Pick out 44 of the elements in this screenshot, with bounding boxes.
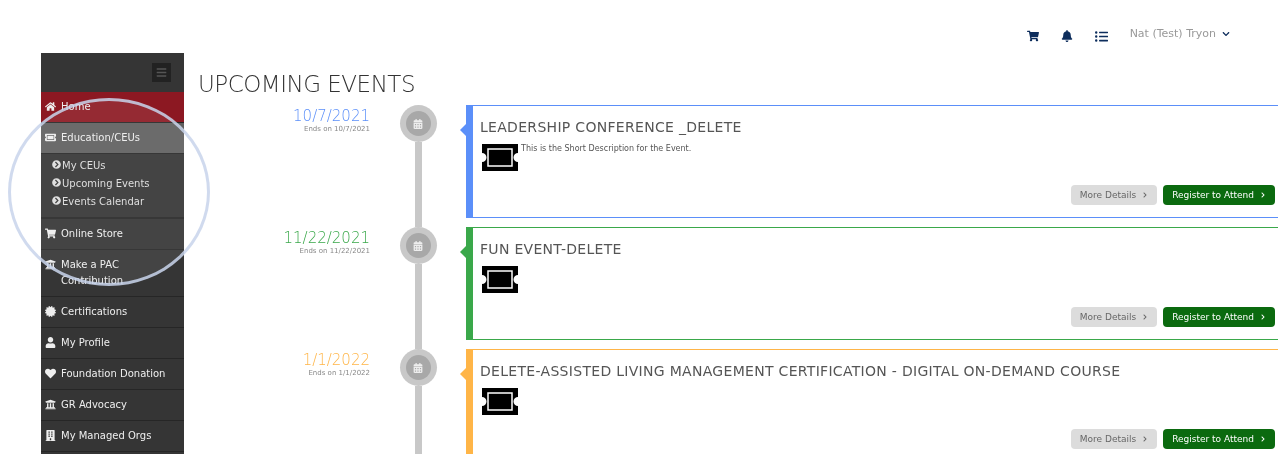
ticket-icon — [480, 144, 520, 171]
event-title: FUN EVENT-DELETE — [480, 241, 623, 257]
calendar-icon — [413, 118, 423, 129]
page-title: UPCOMING EVENTS — [198, 71, 416, 97]
chevron-icon — [1260, 314, 1266, 320]
event-description: This is the Short Description for the Event. — [521, 144, 692, 153]
cart-icon[interactable] — [1026, 30, 1039, 42]
calendar-icon — [413, 362, 423, 373]
sidebar-item[interactable]: Education/CEUs — [41, 123, 184, 154]
chevron-icon — [1142, 314, 1149, 320]
bank-icon — [45, 399, 56, 410]
heart-icon — [45, 368, 56, 379]
bank-icon — [45, 259, 56, 270]
menu-icon — [156, 67, 167, 78]
event-title: DELETE-ASSISTED LIVING MANAGEMENT CERTIFICATION - DIGITAL ON-DEMAND COURSE — [480, 363, 1122, 379]
calendar-icon — [413, 240, 423, 251]
more-details-button[interactable]: More Details — [1070, 307, 1158, 327]
badge-icon — [45, 306, 56, 317]
task-list-icon[interactable] — [1094, 30, 1108, 43]
submenu-item[interactable]: My CEUs — [52, 160, 184, 171]
event-title: LEADERSHIP CONFERENCE _DELETE — [480, 119, 743, 135]
ticket-icon — [45, 132, 56, 143]
register-button[interactable]: Register to Attend — [1163, 307, 1275, 327]
submenu-item[interactable]: Events Calendar — [52, 196, 184, 207]
home-icon — [45, 101, 56, 112]
building-icon — [45, 430, 56, 441]
ticket-icon — [480, 388, 520, 415]
caret-icon — [1222, 29, 1230, 38]
chevron-icon — [1260, 436, 1266, 442]
more-details-button[interactable]: More Details — [1070, 185, 1158, 205]
user-icon — [45, 337, 56, 348]
ticket-icon — [480, 266, 520, 293]
event-date: 10/7/2021 — [292, 107, 370, 125]
event-date: 1/1/2022 — [301, 351, 370, 369]
chevron-icon — [1142, 192, 1149, 198]
register-button[interactable]: Register to Attend — [1163, 185, 1275, 205]
bell-icon[interactable] — [1060, 30, 1073, 42]
chevron-icon — [1260, 192, 1266, 198]
cart-icon — [45, 228, 56, 239]
submenu-item[interactable]: Upcoming Events — [52, 178, 184, 189]
register-button[interactable]: Register to Attend — [1163, 429, 1275, 449]
chevron-icon — [1142, 436, 1149, 442]
more-details-button[interactable]: More Details — [1070, 429, 1158, 449]
event-date: 11/22/2021 — [282, 229, 370, 247]
